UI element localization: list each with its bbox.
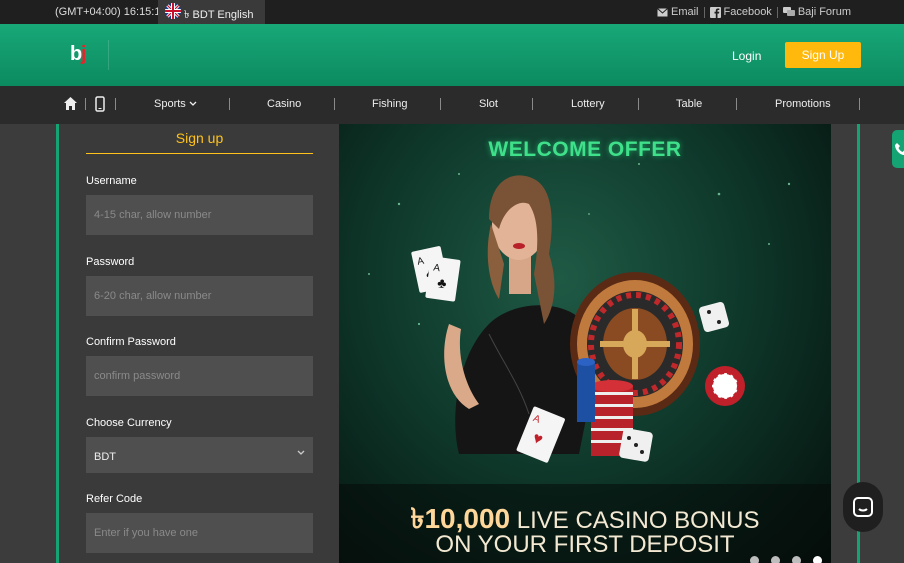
confirm-password-input[interactable] xyxy=(86,356,313,396)
divider xyxy=(638,98,639,110)
uk-flag-icon xyxy=(165,3,181,19)
refer-code-input[interactable] xyxy=(86,513,313,553)
facebook-link[interactable]: Facebook xyxy=(705,6,777,18)
phone-icon xyxy=(895,143,904,155)
forum-icon xyxy=(782,7,795,16)
nav-sports-label: Sports xyxy=(154,98,186,110)
nav-casino[interactable]: Casino xyxy=(267,98,301,110)
chevron-down-icon xyxy=(297,450,305,455)
language-selector[interactable]: ৳ BDT English xyxy=(158,0,265,24)
bonus-amount: ৳10,000 xyxy=(410,503,511,534)
facebook-icon xyxy=(709,6,721,18)
baji-logo[interactable]: b j xyxy=(70,40,92,70)
carousel-dot[interactable] xyxy=(792,556,801,563)
svg-text:j: j xyxy=(80,43,87,65)
top-links: Email Facebook Baji Forum xyxy=(652,6,856,18)
top-utility-bar: (GMT+04:00) 16:15:10 ৳ BDT English Email… xyxy=(0,0,904,24)
confirm-password-label: Confirm Password xyxy=(86,336,176,348)
password-label: Password xyxy=(86,256,135,268)
nav-table[interactable]: Table xyxy=(676,98,702,110)
divider xyxy=(736,98,737,110)
email-icon xyxy=(657,7,668,16)
mobile-app-icon[interactable] xyxy=(95,96,105,115)
signup-button[interactable]: Sign Up xyxy=(785,42,861,68)
nav-lottery[interactable]: Lottery xyxy=(571,98,605,110)
language-label: ৳ BDT English xyxy=(184,9,254,21)
divider xyxy=(115,98,116,110)
carousel-dot-active[interactable] xyxy=(813,556,822,563)
divider xyxy=(440,98,441,110)
carousel-dot[interactable] xyxy=(750,556,759,563)
email-link[interactable]: Email xyxy=(652,6,704,18)
password-input[interactable] xyxy=(86,276,313,316)
timezone-clock: (GMT+04:00) 16:15:10 xyxy=(55,6,167,18)
carousel-dots xyxy=(750,556,822,563)
username-label: Username xyxy=(86,175,137,187)
currency-select[interactable]: BDT xyxy=(86,437,313,473)
refer-code-label: Refer Code xyxy=(86,493,143,505)
nav-promotions[interactable]: Promotions xyxy=(775,98,831,110)
bonus-text: LIVE CASINO BONUS xyxy=(516,507,760,534)
signup-tab-title[interactable]: Sign up xyxy=(86,130,313,146)
promo-banner[interactable]: A ♠ A ♣ A ♥ xyxy=(339,124,831,563)
live-chat-button[interactable] xyxy=(843,482,883,532)
divider xyxy=(334,98,335,110)
currency-label: Choose Currency xyxy=(86,417,172,429)
facebook-link-label: Facebook xyxy=(723,6,772,18)
nav-sports[interactable]: Sports xyxy=(154,98,197,110)
side-support-tab[interactable] xyxy=(892,130,904,168)
currency-value: BDT xyxy=(94,451,116,463)
nav-fishing[interactable]: Fishing xyxy=(372,98,407,110)
chevron-down-icon xyxy=(189,101,197,106)
home-icon[interactable] xyxy=(63,96,78,114)
forum-link-label: Baji Forum xyxy=(797,6,851,18)
login-link[interactable]: Login xyxy=(732,49,761,63)
divider xyxy=(85,98,86,110)
main-nav: Sports Casino Fishing Slot Lottery Table… xyxy=(0,86,904,124)
forum-link[interactable]: Baji Forum xyxy=(778,6,856,18)
tab-underline xyxy=(86,153,313,154)
nav-slot[interactable]: Slot xyxy=(479,98,498,110)
carousel-dot[interactable] xyxy=(771,556,780,563)
banner-bonus-line2: ON YOUR FIRST DEPOSIT xyxy=(435,531,735,558)
username-input[interactable] xyxy=(86,195,313,235)
site-header: b j Login Sign Up xyxy=(0,24,904,86)
banner-headline: WELCOME OFFER xyxy=(488,138,682,161)
divider xyxy=(859,98,860,110)
divider xyxy=(108,40,109,70)
email-link-label: Email xyxy=(670,6,699,18)
divider xyxy=(532,98,533,110)
chat-icon xyxy=(853,497,873,517)
divider xyxy=(229,98,230,110)
